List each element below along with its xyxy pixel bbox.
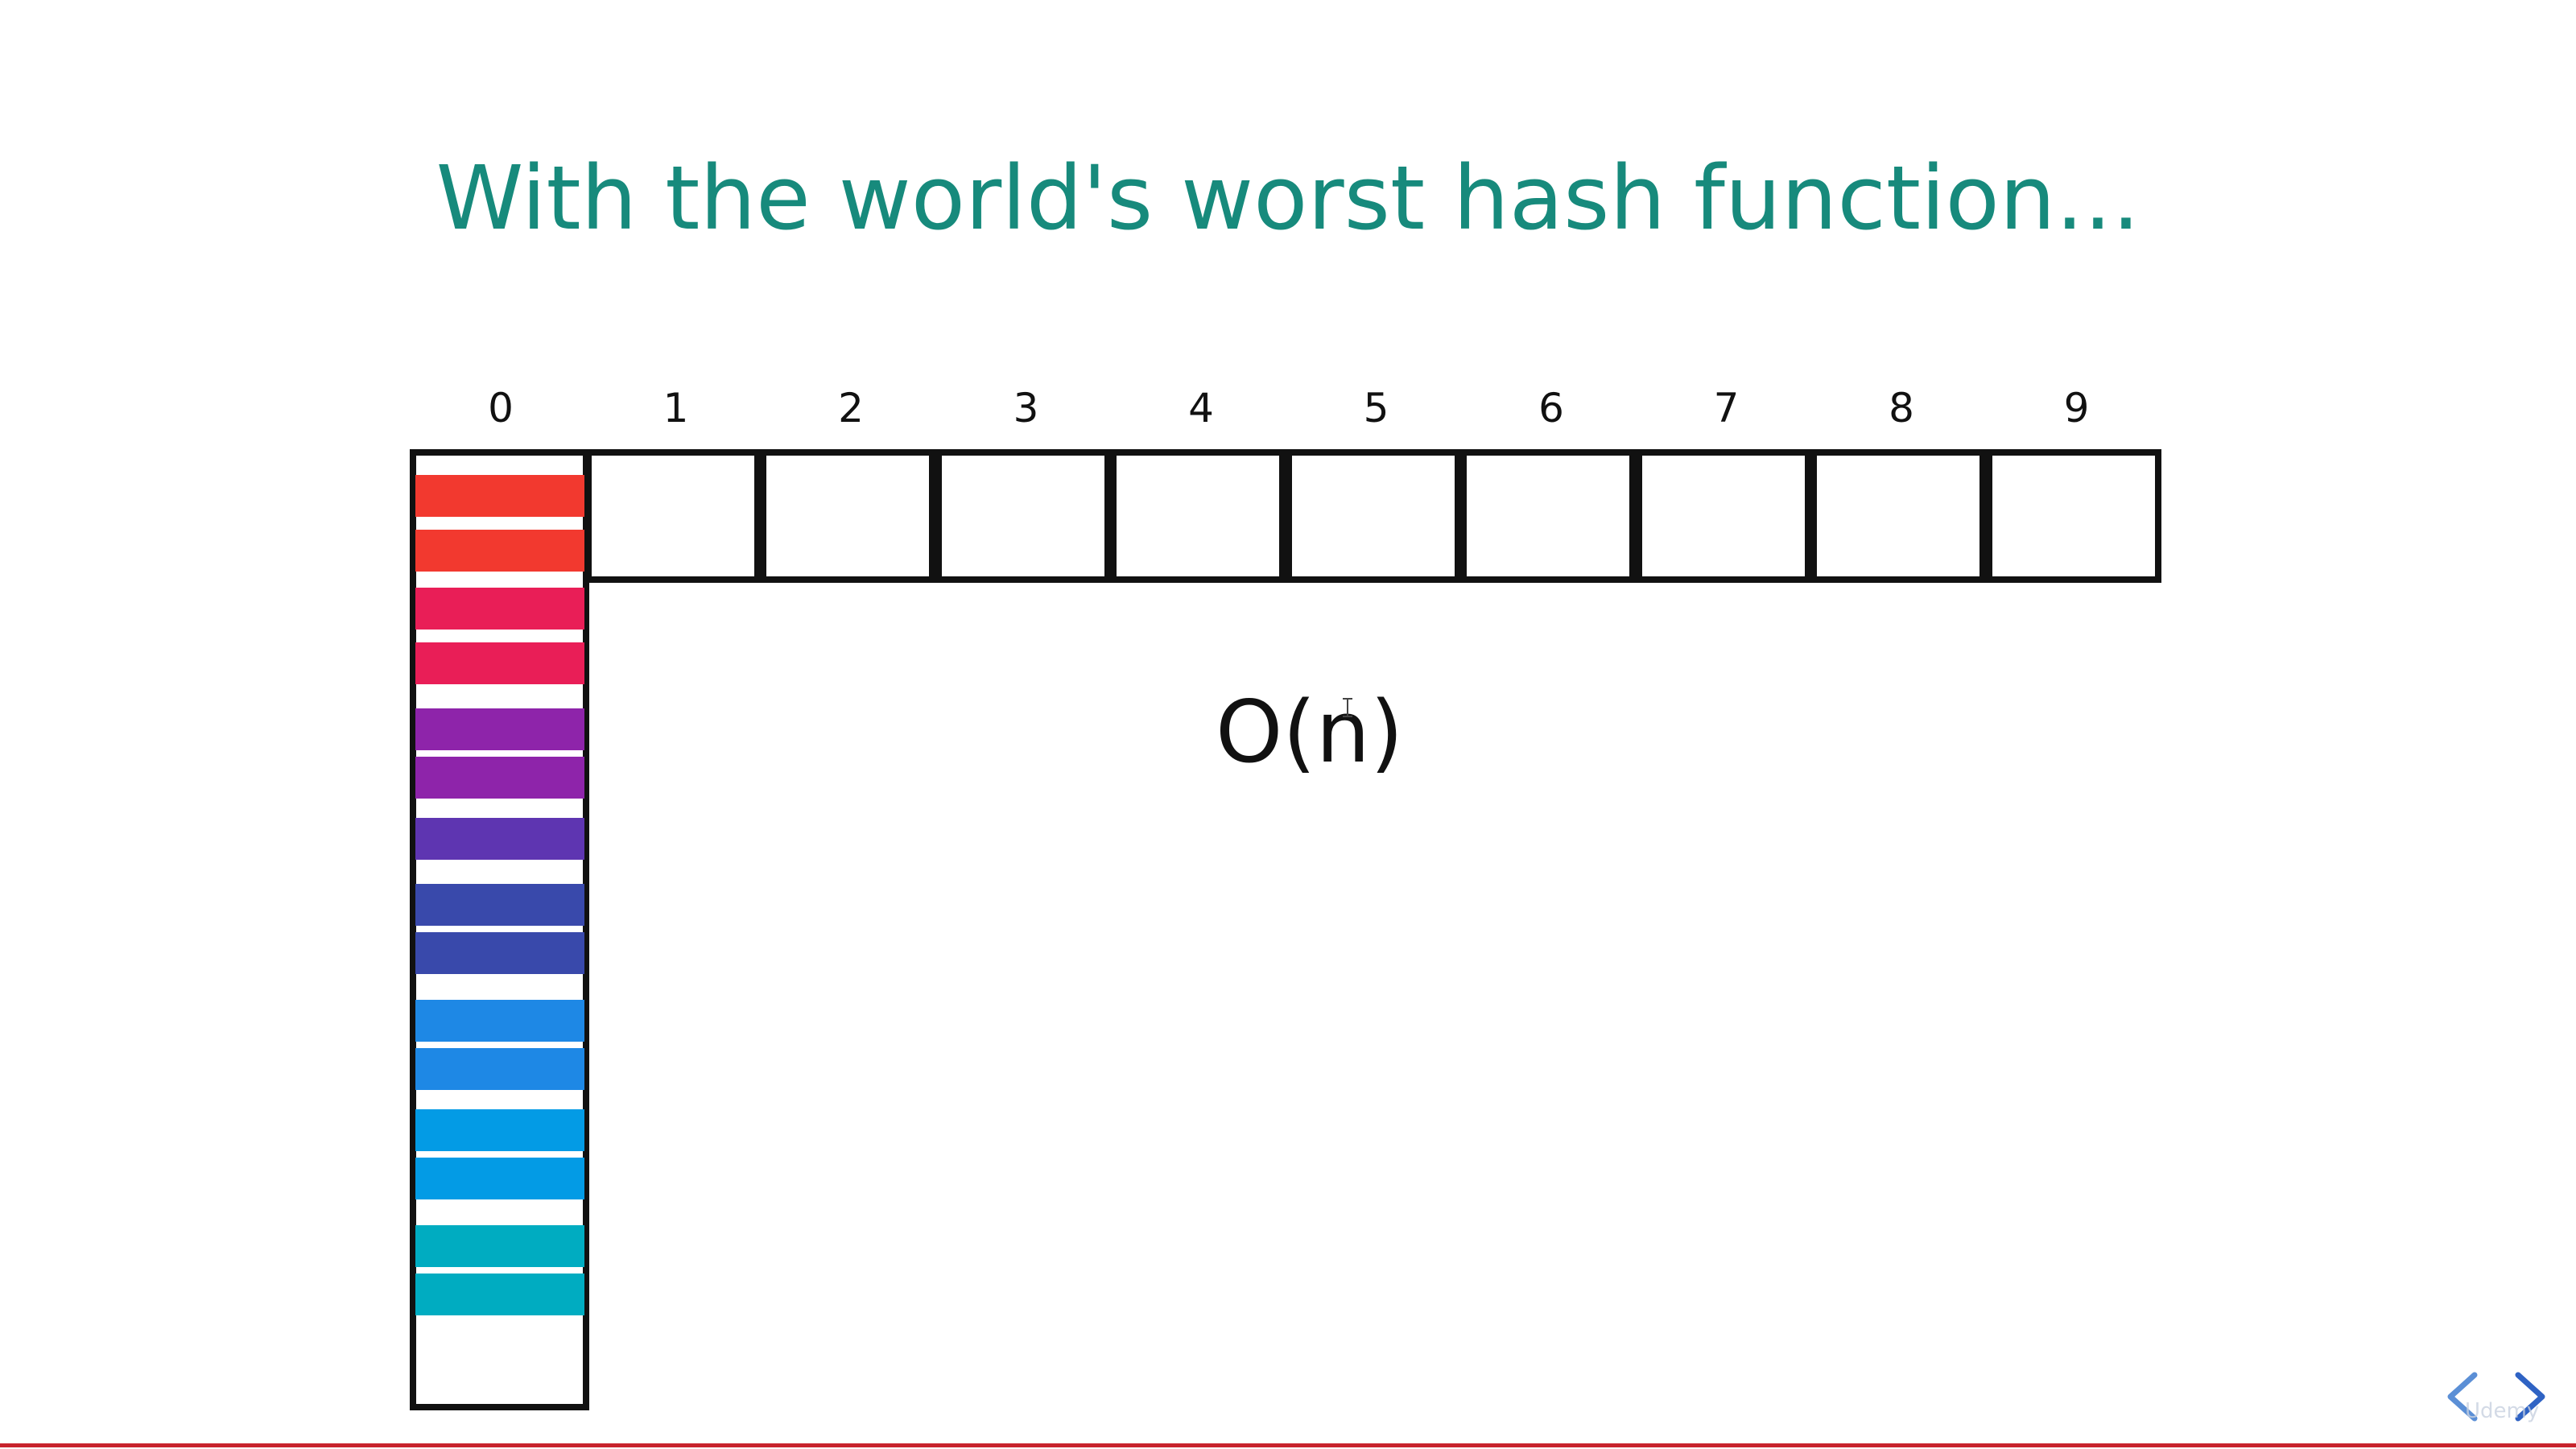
index-label-1: 1 <box>663 385 689 431</box>
index-label-3: 3 <box>1013 385 1039 431</box>
bucket-0-entry <box>415 642 584 684</box>
bucket-2 <box>760 449 935 583</box>
index-label-6: 6 <box>1538 385 1564 431</box>
complexity-label: O(n) <box>1216 683 1404 782</box>
bucket-9 <box>1986 449 2161 583</box>
index-label-2: 2 <box>838 385 864 431</box>
text-cursor-icon <box>1343 698 1352 717</box>
bucket-8 <box>1810 449 1986 583</box>
bucket-0-entry <box>415 1225 584 1267</box>
progress-bar-line <box>0 1443 2576 1447</box>
index-label-8: 8 <box>1889 385 1914 431</box>
bucket-0-entry <box>415 932 584 974</box>
udemy-watermark: Udemy <box>2465 1399 2540 1423</box>
bucket-0-entry <box>415 530 584 572</box>
bucket-0-entry <box>415 475 584 517</box>
slide: With the world's worst hash function... … <box>0 0 2576 1449</box>
index-label-9: 9 <box>2063 385 2090 431</box>
bucket-3 <box>935 449 1111 583</box>
bucket-7 <box>1636 449 1811 583</box>
bucket-6 <box>1460 449 1636 583</box>
bucket-0-entry <box>415 1000 584 1042</box>
bucket-0-entry <box>415 884 584 926</box>
bucket-0-entry <box>415 588 584 630</box>
index-label-5: 5 <box>1363 385 1389 431</box>
bucket-5 <box>1286 449 1461 583</box>
index-label-0: 0 <box>488 385 514 431</box>
bucket-0-entry <box>415 1048 584 1090</box>
bucket-0-entry <box>415 1109 584 1151</box>
index-label-7: 7 <box>1713 385 1740 431</box>
bucket-0-entry <box>415 818 584 860</box>
bucket-4 <box>1110 449 1286 583</box>
slide-title: With the world's worst hash function... <box>436 147 2140 250</box>
bucket-0-entry <box>415 757 584 799</box>
index-label-4: 4 <box>1188 385 1214 431</box>
bucket-0-entry <box>415 1158 584 1199</box>
bucket-0-entry <box>415 708 584 750</box>
bucket-0-entry <box>415 1274 584 1315</box>
bucket-1 <box>585 449 761 583</box>
